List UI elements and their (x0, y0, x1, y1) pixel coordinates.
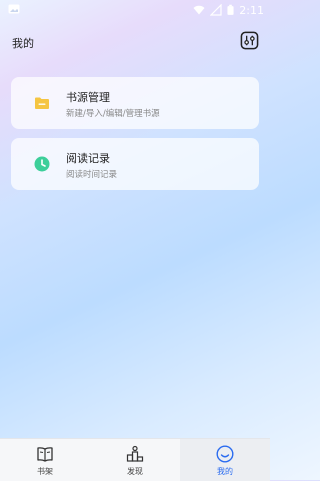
status-time: 2:11 (239, 3, 264, 17)
battery-icon (227, 4, 234, 15)
card-title: 书源管理 (66, 91, 110, 104)
clock-icon (34, 156, 50, 172)
tab-label: 发现 (127, 467, 143, 476)
page-title: 我的 (12, 37, 34, 50)
tab-label: 我的 (217, 467, 233, 476)
tab-discover[interactable]: 发现 (90, 439, 180, 481)
tab-mine[interactable]: 我的 (180, 439, 270, 481)
tab-bookshelf[interactable]: 书架 (0, 439, 90, 481)
book-icon (37, 447, 53, 462)
gallery-icon (8, 4, 20, 14)
podium-icon (126, 445, 144, 462)
folder-icon (35, 97, 49, 109)
card-subtitle: 阅读时间记录 (66, 170, 118, 180)
tab-label: 书架 (37, 467, 53, 476)
status-bar: 2:11 (0, 0, 270, 20)
smile-icon (216, 445, 234, 463)
wifi-icon (193, 5, 205, 15)
card-subtitle: 新建/导入/编辑/管理书源 (66, 109, 160, 119)
header: 我的 (0, 28, 270, 56)
signal-icon (210, 4, 222, 16)
bottom-tab-bar: 书架 发现 我的 (0, 438, 270, 481)
card-title: 阅读记录 (66, 152, 110, 165)
settings-sliders-icon[interactable] (240, 31, 259, 50)
book-source-card[interactable]: 书源管理 新建/导入/编辑/管理书源 (11, 77, 259, 129)
reading-record-card[interactable]: 阅读记录 阅读时间记录 (11, 138, 259, 190)
